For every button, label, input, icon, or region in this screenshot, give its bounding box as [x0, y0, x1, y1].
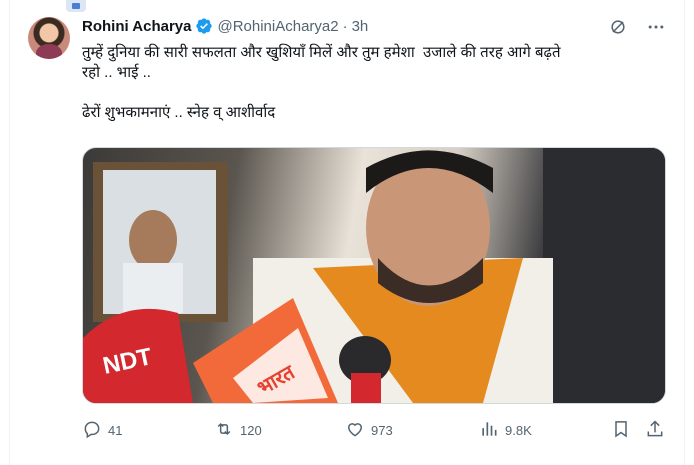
like-button[interactable]: 973 [345, 419, 393, 442]
bookmark-button[interactable] [611, 419, 631, 442]
timestamp[interactable]: 3h [352, 18, 369, 35]
grok-icon[interactable] [608, 17, 628, 37]
retweet-icon [214, 419, 234, 442]
like-count: 973 [371, 422, 393, 438]
media-photo: NDT भारत [83, 148, 665, 403]
portrait-body [123, 263, 183, 313]
tweet-media-image[interactable]: NDT भारत [82, 147, 666, 404]
views-icon [479, 419, 499, 442]
reply-icon [82, 419, 102, 442]
header-actions [608, 17, 666, 37]
top-badge-icon[interactable] [66, 0, 86, 12]
tweet-text-line: रहो .. भाई .. [82, 64, 151, 81]
tweet-text-line: तुम्हें दुनिया की सारी सफलता और खुशियाँ … [82, 44, 561, 61]
bookmark-icon [611, 419, 631, 442]
car-seat [543, 148, 665, 403]
heart-icon [345, 419, 365, 442]
avatar[interactable] [28, 17, 70, 59]
retweet-button[interactable]: 120 [214, 419, 262, 442]
tweet[interactable]: Rohini Acharya @RohiniAcharya2 · 3h तुम्… [82, 13, 666, 123]
retweet-count: 120 [240, 422, 262, 438]
tweet-text-line: ढेरों शुभकामनाएं .. स्नेह व् आशीर्वाद [82, 104, 276, 121]
views-button[interactable]: 9.8K [479, 419, 532, 442]
reply-button[interactable]: 41 [82, 419, 122, 442]
separator-dot: · [342, 17, 348, 35]
share-icon [645, 419, 665, 442]
mic-black-base [351, 373, 381, 403]
tweet-text: तुम्हें दुनिया की सारी सफलता और खुशियाँ … [82, 43, 666, 123]
tweet-header: Rohini Acharya @RohiniAcharya2 · 3h [82, 13, 666, 39]
more-icon[interactable] [646, 17, 666, 37]
author-handle[interactable]: @RohiniAcharya2 [217, 18, 338, 35]
timeline-right-border [684, 0, 685, 465]
portrait-face [129, 210, 177, 270]
share-button[interactable] [645, 419, 665, 442]
verified-badge-icon [195, 17, 213, 35]
views-count: 9.8K [505, 422, 532, 438]
timeline-left-border [9, 0, 10, 465]
author-name[interactable]: Rohini Acharya [82, 18, 191, 35]
reply-count: 41 [108, 422, 123, 438]
tweet-actions: 41 120 973 9.8K [82, 418, 666, 442]
